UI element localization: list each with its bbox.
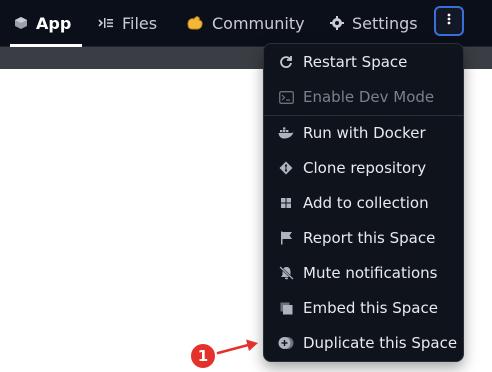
tab-files-label: Files: [122, 13, 158, 33]
top-navigation-bar: App Files Community Settings: [0, 0, 492, 47]
menu-item-add-to-collection[interactable]: Add to collection: [264, 187, 463, 219]
menu-item-label: Clone repository: [303, 159, 427, 177]
menu-item-label: Restart Space: [303, 53, 408, 71]
docker-icon: [277, 124, 295, 142]
git-icon: [277, 159, 295, 177]
restart-icon: [277, 53, 295, 71]
menu-item-report-this-space[interactable]: Report this Space: [264, 222, 463, 254]
more-options-menu: Restart Space Enable Dev Mode Run with D…: [263, 43, 464, 362]
embed-icon: [277, 299, 295, 317]
gear-icon: [330, 16, 344, 30]
tab-files[interactable]: Files: [98, 0, 157, 46]
tab-community[interactable]: Community: [186, 0, 305, 46]
tab-settings[interactable]: Settings: [330, 0, 418, 46]
menu-item-label: Report this Space: [303, 229, 436, 247]
menu-item-label: Run with Docker: [303, 124, 426, 142]
vertical-ellipsis-icon: [447, 13, 451, 29]
menu-item-label: Add to collection: [303, 194, 429, 212]
menu-item-run-with-docker[interactable]: Run with Docker: [264, 117, 463, 149]
menu-divider: [264, 115, 463, 116]
cube-icon: [14, 16, 28, 30]
more-options-button[interactable]: [434, 6, 464, 36]
flag-icon: [277, 229, 295, 247]
menu-item-duplicate-this-space[interactable]: Duplicate this Space: [264, 327, 463, 359]
menu-item-mute-notifications[interactable]: Mute notifications: [264, 257, 463, 289]
terminal-icon: [277, 88, 295, 106]
tab-settings-label: Settings: [352, 13, 418, 33]
menu-item-label: Mute notifications: [303, 264, 438, 282]
hands-icon: [186, 15, 204, 31]
duplicate-icon: [277, 334, 295, 352]
menu-item-embed-this-space[interactable]: Embed this Space: [264, 292, 463, 324]
menu-item-label: Enable Dev Mode: [303, 88, 435, 106]
mute-bell-icon: [277, 264, 295, 282]
collection-icon: [277, 194, 295, 212]
tab-app[interactable]: App: [14, 0, 71, 46]
annotation-arrow-icon: [216, 339, 258, 355]
tab-app-label: App: [36, 13, 72, 33]
menu-item-label: Duplicate this Space: [303, 334, 458, 352]
menu-item-label: Embed this Space: [303, 299, 438, 317]
menu-item-enable-dev-mode[interactable]: Enable Dev Mode: [264, 81, 463, 113]
menu-item-clone-repository[interactable]: Clone repository: [264, 152, 463, 184]
tab-community-label: Community: [212, 13, 305, 33]
annotation-badge: 1: [189, 342, 217, 370]
files-icon: [98, 16, 114, 30]
menu-item-restart-space[interactable]: Restart Space: [264, 46, 463, 78]
